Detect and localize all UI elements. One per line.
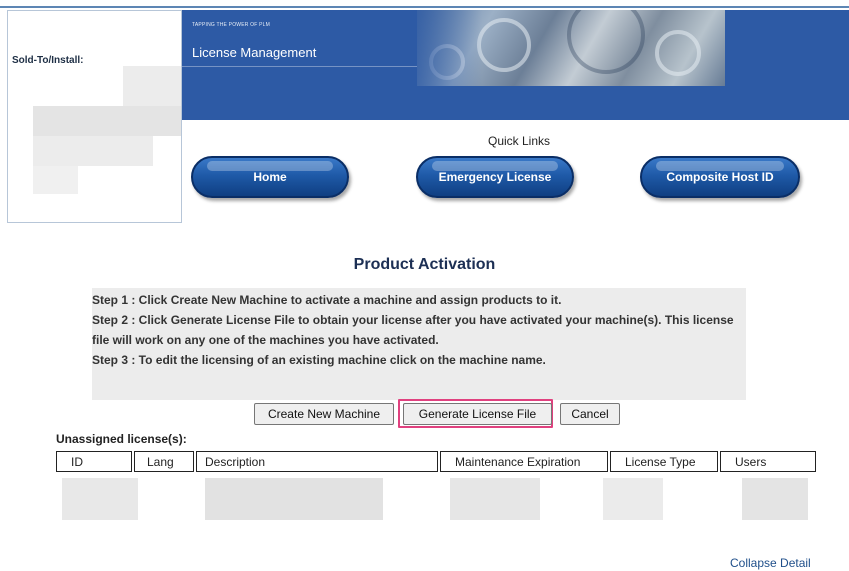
gear-icon: [477, 18, 531, 72]
redacted-license-type-cell: [603, 478, 663, 520]
column-header-users: Users: [720, 451, 816, 472]
create-new-machine-button[interactable]: Create New Machine: [254, 403, 394, 425]
redacted-address: [33, 166, 78, 194]
cancel-button[interactable]: Cancel: [560, 403, 620, 425]
step-2-text: Step 2 : Click Generate License File to …: [92, 313, 734, 347]
generate-license-file-button[interactable]: Generate License File: [403, 403, 552, 425]
unassigned-licenses-caption: Unassigned license(s):: [56, 432, 187, 446]
redacted-description-cell: [205, 478, 383, 520]
emergency-license-label: Emergency License: [438, 170, 552, 184]
home-button[interactable]: Home: [191, 156, 349, 198]
banner-tagline: TAPPING THE POWER OF PLM: [192, 22, 270, 28]
redacted-id-cell: [62, 478, 138, 520]
redacted-address: [33, 136, 153, 166]
title-underline: [182, 66, 417, 67]
composite-host-id-button[interactable]: Composite Host ID: [640, 156, 800, 198]
app-title: License Management: [192, 45, 317, 60]
column-header-description: Description: [196, 451, 438, 472]
page-title: Product Activation: [353, 256, 496, 273]
column-header-maintenance-expiration: Maintenance Expiration: [440, 451, 608, 472]
redacted-address: [123, 66, 181, 106]
instructions-box: Step 1 : Click Create New Machine to act…: [92, 288, 746, 400]
redacted-users-cell: [742, 478, 808, 520]
collapse-detail-link[interactable]: Collapse Detail: [730, 556, 811, 570]
sold-to-label: Sold-To/Install:: [12, 55, 84, 66]
header-banner: TAPPING THE POWER OF PLM License Managem…: [182, 10, 849, 120]
redacted-address: [33, 106, 181, 136]
gear-icon: [655, 30, 701, 76]
gear-icon: [567, 10, 645, 74]
column-header-license-type: License Type: [610, 451, 718, 472]
column-header-lang: Lang: [134, 451, 194, 472]
column-header-id: ID: [56, 451, 132, 472]
composite-host-id-label: Composite Host ID: [666, 170, 774, 184]
home-button-label: Home: [253, 170, 287, 184]
step-3-text: Step 3 : To edit the licensing of an exi…: [92, 353, 546, 367]
sold-to-panel: Sold-To/Install:: [7, 10, 182, 223]
redacted-maintenance-cell: [450, 478, 540, 520]
quick-links-heading: Quick Links: [488, 134, 551, 148]
top-divider: [0, 6, 849, 8]
step-1-text: Step 1 : Click Create New Machine to act…: [92, 293, 562, 307]
emergency-license-button[interactable]: Emergency License: [416, 156, 574, 198]
